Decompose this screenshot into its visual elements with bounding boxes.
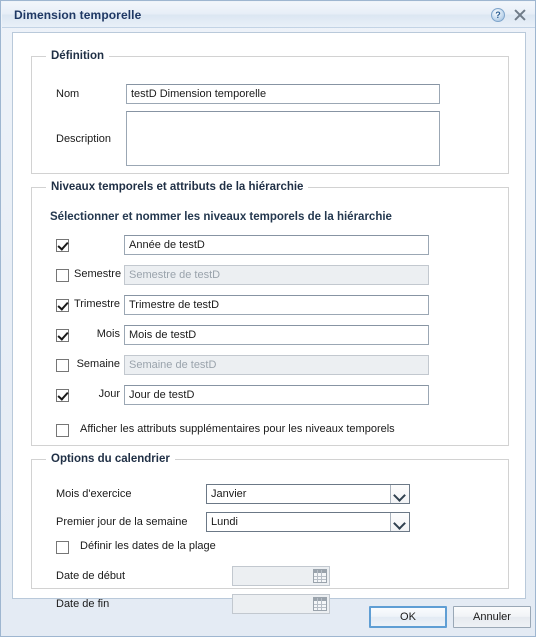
label-jour: Jour <box>98 388 120 400</box>
input-semestre <box>124 265 429 285</box>
ok-button[interactable]: OK <box>369 606 447 628</box>
label-semaine: Semaine <box>76 358 120 370</box>
definition-legend: Définition <box>51 50 105 62</box>
start-date-field <box>232 566 330 586</box>
name-label: Nom <box>56 88 80 100</box>
window-title: Dimension temporelle <box>14 7 142 22</box>
label-extra-attributes: Afficher les attributs supplémentaires p… <box>80 423 395 435</box>
checkbox-jour[interactable] <box>56 389 69 402</box>
start-date-label: Date de début <box>56 570 126 582</box>
levels-legend: Niveaux temporels et attributs de la hié… <box>51 181 304 193</box>
input-jour[interactable] <box>124 385 429 405</box>
input-annee[interactable] <box>124 235 429 255</box>
fiscal-month-label: Mois d'exercice <box>56 488 132 500</box>
content-panel: Définition Nom Description Niveaux tempo… <box>12 32 526 614</box>
dialog-footer: OK Annuler <box>1 598 535 636</box>
fiscal-month-select[interactable]: Janvier <box>206 484 410 504</box>
label-semestre: Semestre <box>74 268 122 280</box>
calendar-legend: Options du calendrier <box>51 453 170 465</box>
definition-group: Définition Nom Description <box>31 50 509 174</box>
help-circle-icon[interactable]: ? <box>491 7 505 22</box>
levels-subtitle: Sélectionner et nommer les niveaux tempo… <box>50 211 392 223</box>
checkbox-semaine[interactable] <box>56 359 69 372</box>
cancel-button[interactable]: Annuler <box>453 606 531 628</box>
first-day-value: Lundi <box>211 516 238 528</box>
levels-group: Niveaux temporels et attributs de la hié… <box>31 181 509 446</box>
label-mois: Mois <box>96 328 120 340</box>
first-day-select[interactable]: Lundi <box>206 512 410 532</box>
calendar-group: Options du calendrier Mois d'exercice Ja… <box>31 453 509 614</box>
label-define-range: Définir les dates de la plage <box>80 540 216 552</box>
title-bar-buttons: ? <box>491 7 527 22</box>
dimension-temporelle-dialog: Dimension temporelle ? Définition Nom De… <box>0 0 536 637</box>
description-label: Description <box>56 133 112 145</box>
checkbox-semestre[interactable] <box>56 269 69 282</box>
fiscal-month-value: Janvier <box>211 488 247 500</box>
checkbox-mois[interactable] <box>56 329 69 342</box>
checkbox-annee[interactable] <box>56 239 69 252</box>
chevron-down-icon[interactable] <box>390 485 409 503</box>
name-input[interactable] <box>126 84 440 104</box>
checkbox-extra-attributes[interactable] <box>56 424 69 437</box>
input-mois[interactable] <box>124 325 429 345</box>
input-trimestre[interactable] <box>124 295 429 315</box>
close-icon[interactable] <box>513 8 527 22</box>
checkbox-define-range[interactable] <box>56 541 69 554</box>
description-textarea[interactable] <box>126 111 440 166</box>
first-day-label: Premier jour de la semaine <box>56 516 188 528</box>
title-bar: Dimension temporelle ? <box>2 2 535 28</box>
calendar-icon <box>313 569 327 583</box>
label-trimestre: Trimestre <box>73 298 120 310</box>
input-semaine <box>124 355 429 375</box>
checkbox-trimestre[interactable] <box>56 299 69 312</box>
chevron-down-icon[interactable] <box>390 513 409 531</box>
